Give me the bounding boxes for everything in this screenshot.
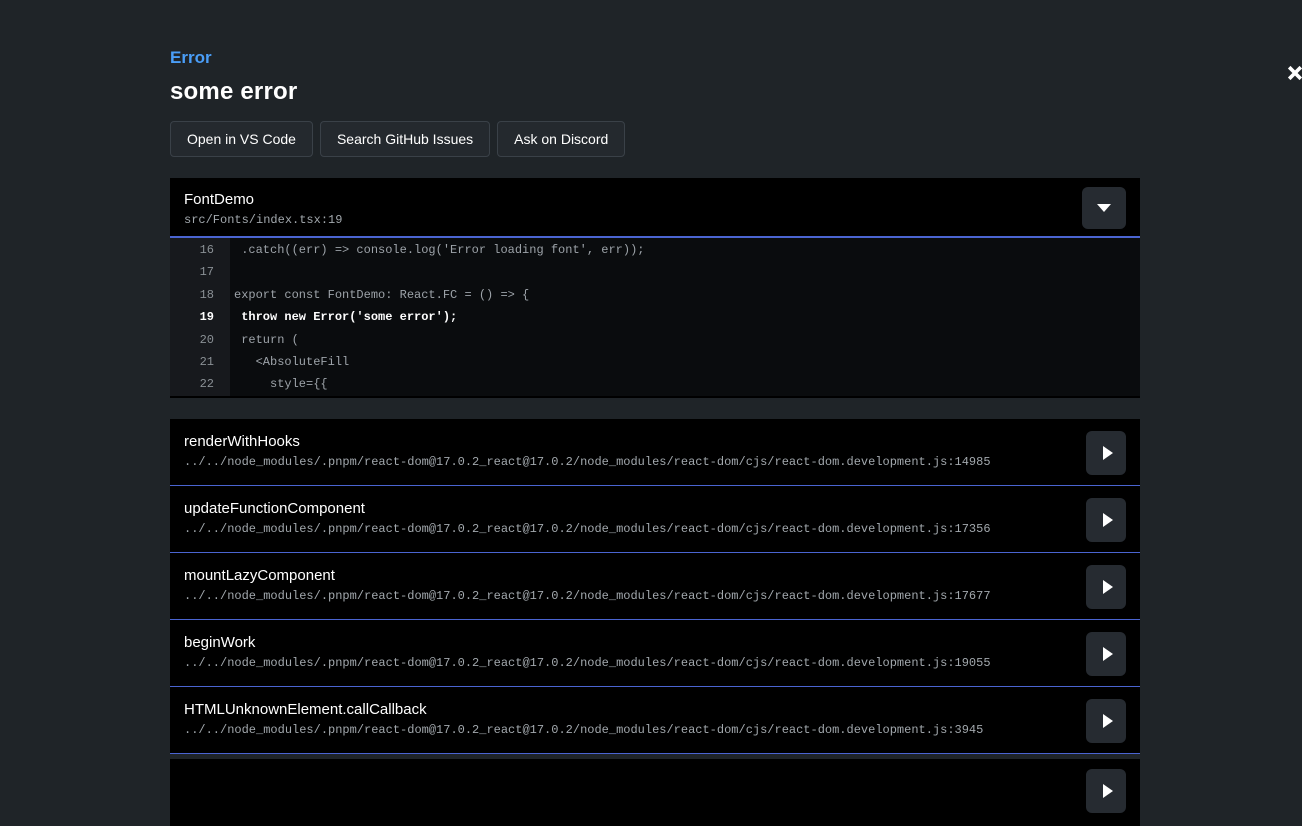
code-line: 20 return ( bbox=[170, 329, 1140, 351]
code-line: 16 .catch((err) => console.log('Error lo… bbox=[170, 239, 1140, 261]
stack-frame-row: beginWork ../../node_modules/.pnpm/react… bbox=[170, 620, 1140, 687]
code-frame-panel: FontDemo src/Fonts/index.tsx:19 16 .catc… bbox=[170, 178, 1140, 398]
stack-frame-function: mountLazyComponent bbox=[184, 567, 1070, 585]
play-icon bbox=[1103, 513, 1113, 527]
line-number: 20 bbox=[170, 329, 230, 351]
line-number: 21 bbox=[170, 351, 230, 373]
error-type-label: Error bbox=[170, 48, 212, 68]
line-number: 17 bbox=[170, 261, 230, 283]
expand-frame-button[interactable] bbox=[1086, 632, 1126, 676]
stack-frame-row-partial bbox=[170, 759, 1140, 826]
code-frame-header: FontDemo src/Fonts/index.tsx:19 bbox=[170, 178, 1140, 238]
stack-frame-source: ../../node_modules/.pnpm/react-dom@17.0.… bbox=[184, 522, 1070, 536]
expand-frame-button[interactable] bbox=[1086, 498, 1126, 542]
play-icon bbox=[1103, 647, 1113, 661]
play-icon bbox=[1103, 714, 1113, 728]
stack-frame-function: HTMLUnknownElement.callCallback bbox=[184, 701, 1070, 719]
expand-frame-button[interactable] bbox=[1086, 565, 1126, 609]
code-frame-title: FontDemo bbox=[184, 191, 1140, 209]
collapse-frame-button[interactable] bbox=[1082, 187, 1126, 229]
stack-frame-source: ../../node_modules/.pnpm/react-dom@17.0.… bbox=[184, 723, 1070, 737]
stack-frame-function: updateFunctionComponent bbox=[184, 500, 1070, 518]
code-line: 17 bbox=[170, 261, 1140, 283]
stack-frame-function: beginWork bbox=[184, 634, 1070, 652]
line-code bbox=[230, 261, 234, 283]
play-icon bbox=[1103, 580, 1113, 594]
line-code: style={{ bbox=[230, 373, 328, 395]
chevron-down-icon bbox=[1097, 204, 1111, 212]
search-github-issues-button[interactable]: Search GitHub Issues bbox=[320, 121, 490, 157]
stack-frame-function: renderWithHooks bbox=[184, 433, 1070, 451]
code-snippet: 16 .catch((err) => console.log('Error lo… bbox=[170, 238, 1140, 396]
stack-frame-row: mountLazyComponent ../../node_modules/.p… bbox=[170, 553, 1140, 620]
code-line: 18export const FontDemo: React.FC = () =… bbox=[170, 284, 1140, 306]
play-icon bbox=[1103, 784, 1113, 798]
code-frame-location: src/Fonts/index.tsx:19 bbox=[184, 213, 1140, 227]
line-number: 16 bbox=[170, 239, 230, 261]
play-icon bbox=[1103, 446, 1113, 460]
code-line: 19 throw new Error('some error'); bbox=[170, 306, 1140, 328]
stack-frame-source: ../../node_modules/.pnpm/react-dom@17.0.… bbox=[184, 455, 1070, 469]
line-code: throw new Error('some error'); bbox=[230, 306, 457, 328]
code-line: 21 <AbsoluteFill bbox=[170, 351, 1140, 373]
stack-frame-row: renderWithHooks ../../node_modules/.pnpm… bbox=[170, 419, 1140, 486]
line-code: <AbsoluteFill bbox=[230, 351, 349, 373]
line-code: return ( bbox=[230, 329, 299, 351]
error-message: some error bbox=[170, 78, 297, 106]
close-button[interactable] bbox=[1279, 57, 1302, 89]
open-in-vscode-button[interactable]: Open in VS Code bbox=[170, 121, 313, 157]
action-buttons: Open in VS Code Search GitHub Issues Ask… bbox=[170, 121, 632, 157]
stack-frame-source: ../../node_modules/.pnpm/react-dom@17.0.… bbox=[184, 656, 1070, 670]
expand-frame-button[interactable] bbox=[1086, 431, 1126, 475]
code-line: 22 style={{ bbox=[170, 373, 1140, 395]
line-code: .catch((err) => console.log('Error loadi… bbox=[230, 239, 644, 261]
line-code: export const FontDemo: React.FC = () => … bbox=[230, 284, 529, 306]
stack-frame-source: ../../node_modules/.pnpm/react-dom@17.0.… bbox=[184, 589, 1070, 603]
error-overlay: Error some error Open in VS Code Search … bbox=[170, 0, 1140, 776]
close-icon bbox=[1286, 64, 1302, 82]
line-number: 22 bbox=[170, 373, 230, 395]
line-number: 19 bbox=[170, 306, 230, 328]
line-number: 18 bbox=[170, 284, 230, 306]
stack-frame-row: updateFunctionComponent ../../node_modul… bbox=[170, 486, 1140, 553]
stack-frame-list: renderWithHooks ../../node_modules/.pnpm… bbox=[170, 419, 1140, 754]
stack-frame-row: HTMLUnknownElement.callCallback ../../no… bbox=[170, 687, 1140, 754]
expand-frame-button[interactable] bbox=[1086, 699, 1126, 743]
ask-on-discord-button[interactable]: Ask on Discord bbox=[497, 121, 625, 157]
